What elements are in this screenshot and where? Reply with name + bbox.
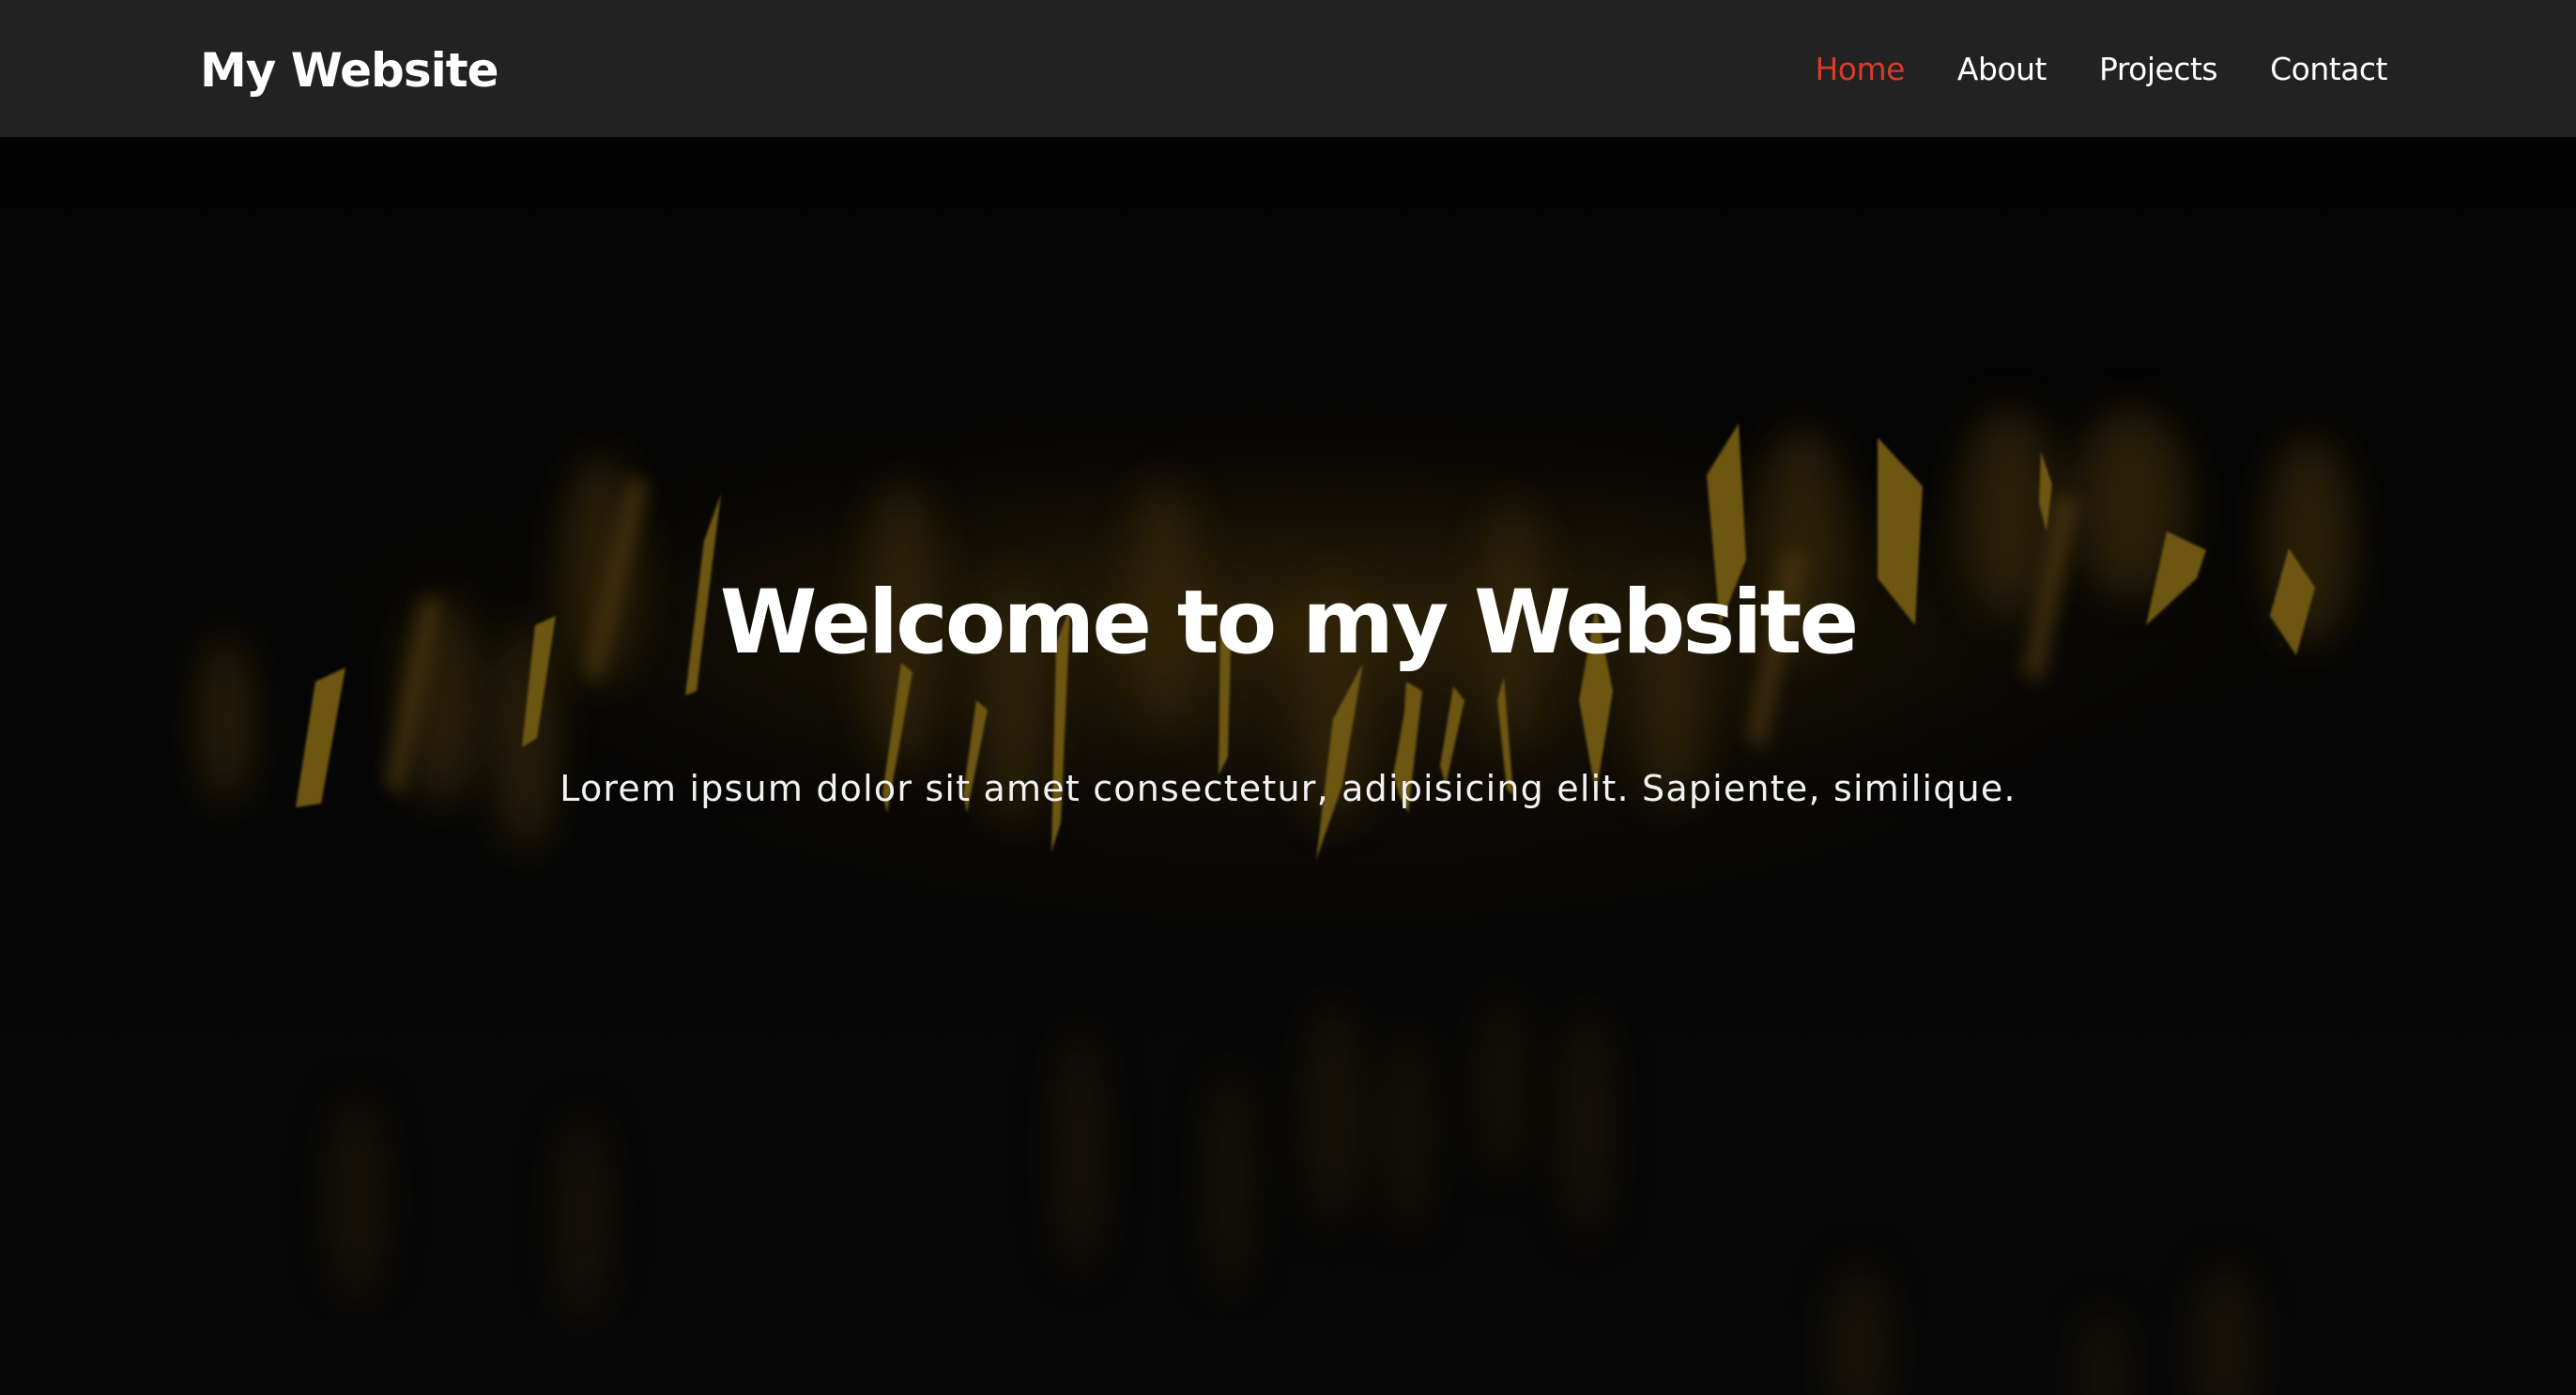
nav-link-projects[interactable]: Projects — [2099, 47, 2218, 92]
nav-link-home[interactable]: Home — [1815, 47, 1905, 92]
page: My Website Home About Projects Contact W… — [0, 0, 2576, 1395]
hero-section: Welcome to my Website Lorem ipsum dolor … — [0, 137, 2576, 1395]
navbar: My Website Home About Projects Contact — [0, 0, 2576, 137]
hero-title: Welcome to my Website — [719, 571, 1859, 674]
nav-link-about[interactable]: About — [1957, 47, 2047, 92]
hero-subtitle: Lorem ipsum dolor sit amet consectetur, … — [560, 768, 2016, 809]
site-brand[interactable]: My Website — [200, 38, 499, 103]
nav-links: Home About Projects Contact — [1815, 47, 2387, 92]
nav-link-contact[interactable]: Contact — [2270, 47, 2387, 92]
